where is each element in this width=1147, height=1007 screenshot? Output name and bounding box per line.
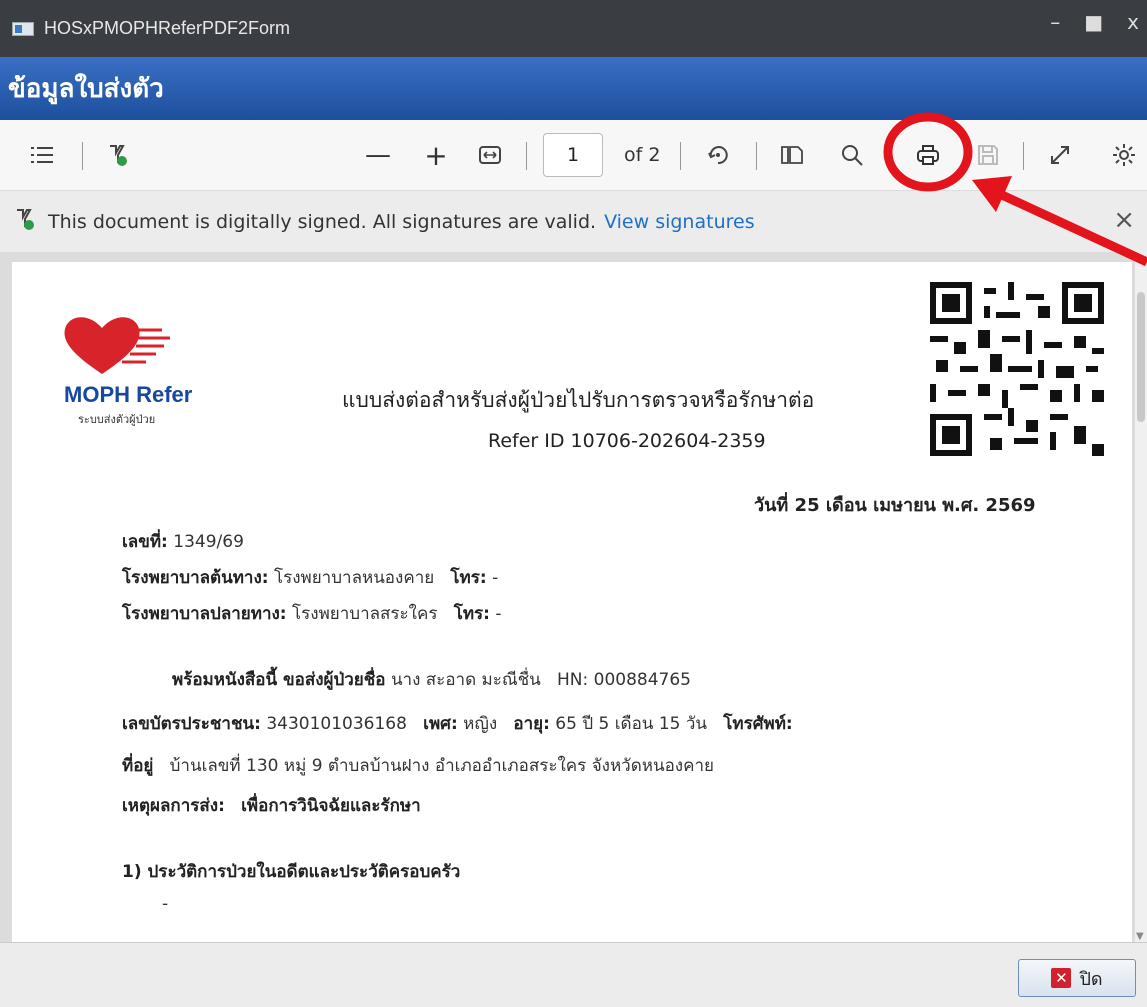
patient-name: นาง สะอาด มะณีชื่น <box>390 670 541 690</box>
vertical-scrollbar[interactable]: ▼ <box>1135 252 1147 942</box>
phone-label: โทรศัพท์: <box>723 714 793 734</box>
scrollbar-thumb[interactable] <box>1137 292 1145 422</box>
maximize-button[interactable]: ■ <box>1084 10 1103 34</box>
destination-hospital-row: โรงพยาบาลปลายทาง: โรงพยาบาลสระใคร โทร: - <box>122 600 502 627</box>
sex-value: หญิง <box>463 714 498 734</box>
reason-row: เหตุผลการส่ง: เพื่อการวินิจฉัยและรักษา <box>122 792 421 819</box>
logo-tagline: ระบบส่งตัวผู้ป่วย <box>78 413 156 426</box>
pdf-toolbar: — + 1 of 2 <box>0 120 1147 190</box>
close-button-label: ปิด <box>1079 968 1103 990</box>
origin-hospital-label: โรงพยาบาลต้นทาง: <box>122 568 269 588</box>
signature-status-icon[interactable] <box>100 120 136 190</box>
send-label: พร้อมหนังสือนี้ ขอส่งผู้ป่วยชื่อ <box>172 670 386 690</box>
destination-hospital-label: โรงพยาบาลปลายทาง: <box>122 604 287 624</box>
zoom-out-button[interactable]: — <box>360 120 396 190</box>
pdf-viewer[interactable]: MOPH Refer ระบบส่งตัวผู้ป่วย แบบส่งต่อสำ… <box>0 252 1147 952</box>
id-card-label: เลขบัตรประชาชน: <box>122 714 261 734</box>
signature-message: This document is digitally signed. All s… <box>48 210 597 233</box>
signature-info-bar: This document is digitally signed. All s… <box>0 190 1147 252</box>
minimize-button[interactable]: – <box>1050 10 1060 34</box>
number-label: เลขที่: <box>122 532 168 552</box>
window-controls: – ■ x <box>1050 10 1147 34</box>
patient-details-row: เลขบัตรประชาชน: 3430101036168 เพศ: หญิง … <box>122 710 793 737</box>
hn-label: HN: <box>557 670 589 690</box>
page-number-input[interactable]: 1 <box>543 133 603 177</box>
close-x-icon: ✕ <box>1051 968 1072 988</box>
number-value: 1349/69 <box>173 532 244 552</box>
toolbar-divider <box>82 142 83 170</box>
scroll-down-arrow-icon[interactable]: ▼ <box>1136 931 1144 942</box>
reason-label: เหตุผลการส่ง: <box>122 796 225 816</box>
origin-hospital-value: โรงพยาบาลหนองคาย <box>273 568 435 588</box>
save-icon[interactable] <box>970 120 1006 190</box>
page-view-icon[interactable] <box>774 120 810 190</box>
page-count: of 2 <box>624 144 661 166</box>
origin-phone-value: - <box>492 568 499 588</box>
zoom-in-button[interactable]: + <box>418 120 454 190</box>
section-1-title: 1) ประวัติการป่วยในอดีตและประวัติครอบครั… <box>122 862 461 882</box>
logo-brand-text: MOPH Refer <box>64 382 193 407</box>
toolbar-divider <box>756 142 757 170</box>
patient-row: พร้อมหนังสือนี้ ขอส่งผู้ป่วยชื่อ นาง สะอ… <box>172 666 691 693</box>
form-header-title: ข้อมูลใบส่งตัว <box>8 74 164 104</box>
origin-phone-label: โทร: <box>450 568 487 588</box>
qr-code <box>930 282 1104 456</box>
destination-phone-value: - <box>495 604 502 624</box>
print-icon[interactable] <box>910 120 946 190</box>
bottom-bar: ✕ ปิด <box>0 942 1147 1007</box>
reason-value: เพื่อการวินิจฉัยและรักษา <box>241 796 421 816</box>
toolbar-divider <box>526 142 527 170</box>
window-title-bar: HOSxPMOPHReferPDF2Form – ■ x <box>0 0 1147 57</box>
address-label: ที่อยู่ <box>122 756 154 776</box>
age-label: อายุ: <box>513 714 550 734</box>
heart-logo-icon <box>64 317 170 374</box>
search-icon[interactable] <box>834 120 870 190</box>
expand-icon[interactable] <box>1042 120 1078 190</box>
pdf-page: MOPH Refer ระบบส่งตัวผู้ป่วย แบบส่งต่อสำ… <box>12 262 1132 952</box>
moph-refer-logo: MOPH Refer ระบบส่งตัวผู้ป่วย <box>52 310 212 430</box>
id-card-value: 3430101036168 <box>266 714 407 734</box>
table-of-contents-icon[interactable] <box>24 120 60 190</box>
section-1-heading: 1) ประวัติการป่วยในอดีตและประวัติครอบครั… <box>122 858 460 885</box>
document-date: วันที่ 25 เดือน เมษายน พ.ศ. 2569 <box>754 495 1036 516</box>
address-value: บ้านเลขที่ 130 หมู่ 9 ตำบลบ้านฝาง อำเภออ… <box>169 756 714 776</box>
sex-label: เพศ: <box>423 714 458 734</box>
section-1-value: - <box>162 894 169 914</box>
settings-gear-icon[interactable] <box>1104 120 1144 190</box>
fit-width-icon[interactable] <box>472 120 508 190</box>
close-form-button[interactable]: ✕ ปิด <box>1018 959 1136 997</box>
toolbar-divider <box>680 142 681 170</box>
rotate-icon[interactable] <box>700 120 736 190</box>
destination-phone-label: โทร: <box>453 604 490 624</box>
hn-value: 000884765 <box>593 670 691 690</box>
close-window-button[interactable]: x <box>1127 10 1139 34</box>
window-title: HOSxPMOPHReferPDF2Form <box>44 18 291 38</box>
view-signatures-link[interactable]: View signatures <box>604 211 755 233</box>
app-icon <box>12 21 34 36</box>
refer-id: Refer ID 10706-202604-2359 <box>488 430 766 452</box>
address-row: ที่อยู่ บ้านเลขที่ 130 หมู่ 9 ตำบลบ้านฝา… <box>122 752 714 779</box>
origin-hospital-row: โรงพยาบาลต้นทาง: โรงพยาบาลหนองคาย โทร: - <box>122 564 498 591</box>
destination-hospital-value: โรงพยาบาลสระใคร <box>292 604 438 624</box>
toolbar-divider <box>1023 142 1024 170</box>
form-header: ข้อมูลใบส่งตัว <box>0 57 1147 120</box>
age-value: 65 ปี 5 เดือน 15 วัน <box>555 714 708 734</box>
document-title: แบบส่งต่อสำหรับส่งผู้ป่วยไปรับการตรวจหรื… <box>342 388 815 412</box>
document-number-row: เลขที่: 1349/69 <box>122 528 244 555</box>
close-signature-bar-icon[interactable]: × <box>1113 205 1135 235</box>
signature-status-icon <box>14 207 36 236</box>
